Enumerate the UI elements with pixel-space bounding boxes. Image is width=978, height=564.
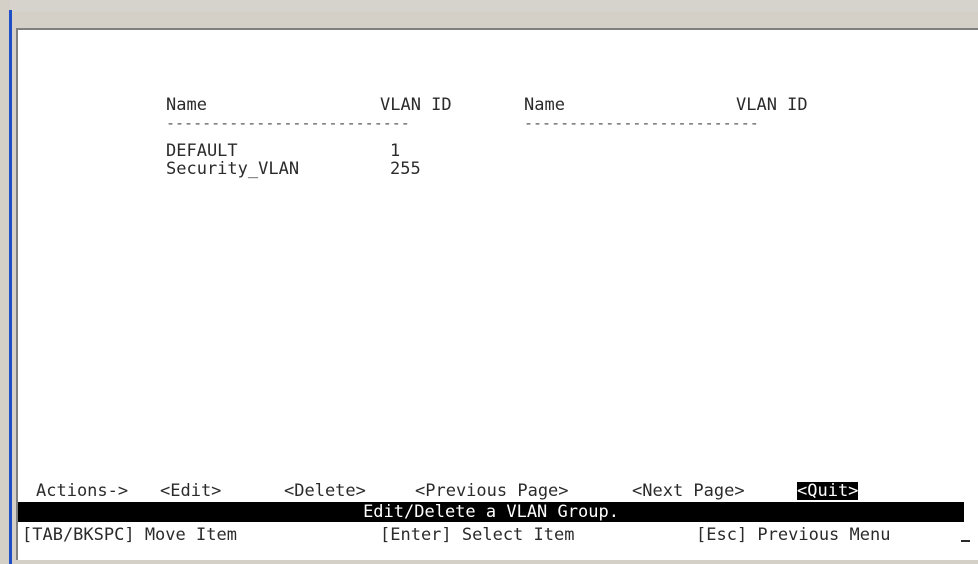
help-bar: Edit/Delete a VLAN Group. xyxy=(18,502,964,522)
help-text: Edit/Delete a VLAN Group. xyxy=(363,502,619,522)
move-item-hint: [TAB/BKSPC] Move Item xyxy=(22,525,237,545)
edit-action[interactable]: <Edit> xyxy=(160,482,221,500)
select-item-hint: [Enter] Select Item xyxy=(380,525,575,545)
vlan-row-name[interactable]: Security_VLAN xyxy=(166,160,299,178)
header-rule-left: --------------------------- xyxy=(166,114,410,132)
header-rule-right: -------------------------- xyxy=(524,114,759,132)
window-left-accent xyxy=(9,10,12,564)
terminal-screen: Name VLAN ID Name VLAN ID --------------… xyxy=(16,28,978,560)
header-name-left: Name xyxy=(166,95,207,115)
previous-page-action[interactable]: <Previous Page> xyxy=(415,482,569,500)
previous-menu-hint: [Esc] Previous Menu xyxy=(696,525,891,545)
text-cursor xyxy=(961,540,970,542)
next-page-action[interactable]: <Next Page> xyxy=(632,482,745,500)
header-vlan-id-left: VLAN ID xyxy=(380,95,452,115)
window-frame: Name VLAN ID Name VLAN ID --------------… xyxy=(0,0,978,564)
vlan-row-id[interactable]: 1 xyxy=(390,142,400,160)
quit-action[interactable]: <Quit> xyxy=(797,482,859,500)
actions-label: Actions-> xyxy=(36,481,129,501)
header-name-right: Name xyxy=(524,95,565,115)
vlan-row-name[interactable]: DEFAULT xyxy=(166,142,238,160)
header-vlan-id-right: VLAN ID xyxy=(736,95,808,115)
delete-action[interactable]: <Delete> xyxy=(284,482,366,500)
vlan-row-id[interactable]: 255 xyxy=(390,160,421,178)
window-top-bevel xyxy=(0,0,978,12)
